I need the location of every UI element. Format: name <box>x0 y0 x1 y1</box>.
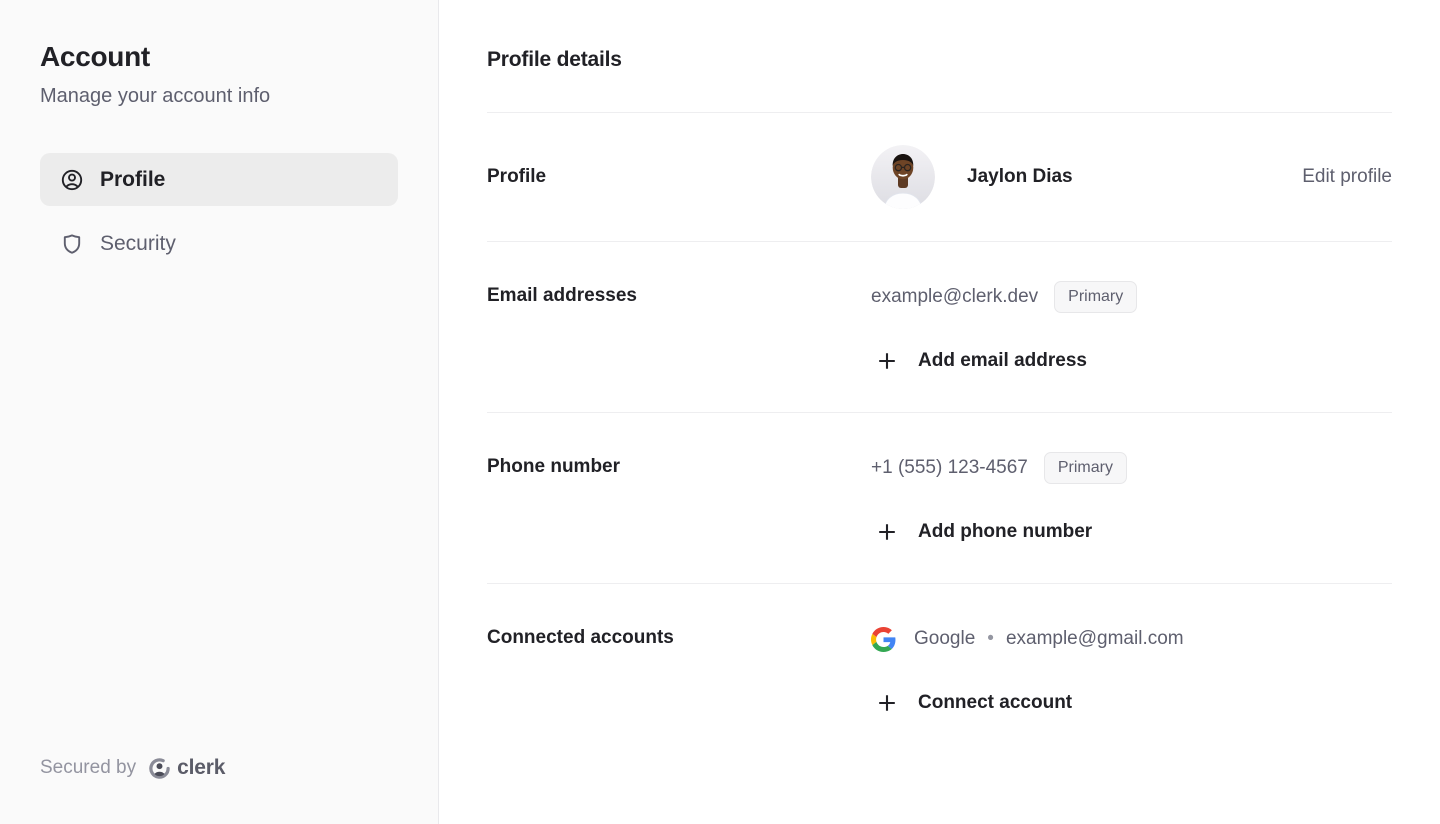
user-avatar <box>871 145 935 209</box>
sidebar-item-label: Profile <box>100 168 165 192</box>
email-value: example@clerk.dev <box>871 286 1038 308</box>
sidebar-nav: Profile Security <box>40 153 398 270</box>
email-row-label: Email addresses <box>487 280 871 378</box>
clerk-brand-text: clerk <box>177 756 225 780</box>
main-content: Profile details Profile <box>439 0 1440 824</box>
sidebar-item-security[interactable]: Security <box>40 217 398 270</box>
email-addresses-row: Email addresses example@clerk.dev Primar… <box>487 241 1392 412</box>
sidebar-item-label: Security <box>100 232 176 256</box>
add-email-button[interactable]: Add email address <box>871 344 1392 378</box>
add-phone-label: Add phone number <box>918 521 1092 543</box>
plus-icon <box>876 692 898 714</box>
primary-badge: Primary <box>1044 452 1127 484</box>
connect-account-label: Connect account <box>918 692 1072 714</box>
phone-row-label: Phone number <box>487 451 871 549</box>
clerk-brand: clerk <box>148 756 225 780</box>
user-name: Jaylon Dias <box>967 166 1073 188</box>
sidebar-title: Account <box>40 40 398 74</box>
sidebar: Account Manage your account info Profile… <box>0 0 439 824</box>
primary-badge: Primary <box>1054 281 1137 313</box>
secured-by-clerk: Secured by clerk <box>40 756 225 780</box>
phone-value: +1 (555) 123-4567 <box>871 457 1028 479</box>
page-title: Profile details <box>487 46 1392 74</box>
shield-icon <box>60 232 84 256</box>
bullet-separator: • <box>987 628 994 650</box>
connected-accounts-row: Connected accounts Google • example@gmai… <box>487 583 1392 754</box>
secured-by-text: Secured by <box>40 757 136 779</box>
google-icon <box>871 627 896 652</box>
clerk-logo-icon <box>148 757 171 780</box>
provider-name: Google <box>914 628 975 650</box>
connected-email-value: example@gmail.com <box>1006 628 1184 650</box>
connect-account-button[interactable]: Connect account <box>871 686 1392 720</box>
user-circle-icon <box>60 168 84 192</box>
add-email-label: Add email address <box>918 350 1087 372</box>
profile-row: Profile <box>487 112 1392 241</box>
sidebar-item-profile[interactable]: Profile <box>40 153 398 206</box>
plus-icon <box>876 350 898 372</box>
add-phone-button[interactable]: Add phone number <box>871 515 1392 549</box>
sidebar-subtitle: Manage your account info <box>40 83 398 109</box>
phone-number-row: Phone number +1 (555) 123-4567 Primary A… <box>487 412 1392 583</box>
edit-profile-button[interactable]: Edit profile <box>1302 166 1392 188</box>
profile-row-label: Profile <box>487 166 871 188</box>
connected-row-label: Connected accounts <box>487 622 871 720</box>
plus-icon <box>876 521 898 543</box>
